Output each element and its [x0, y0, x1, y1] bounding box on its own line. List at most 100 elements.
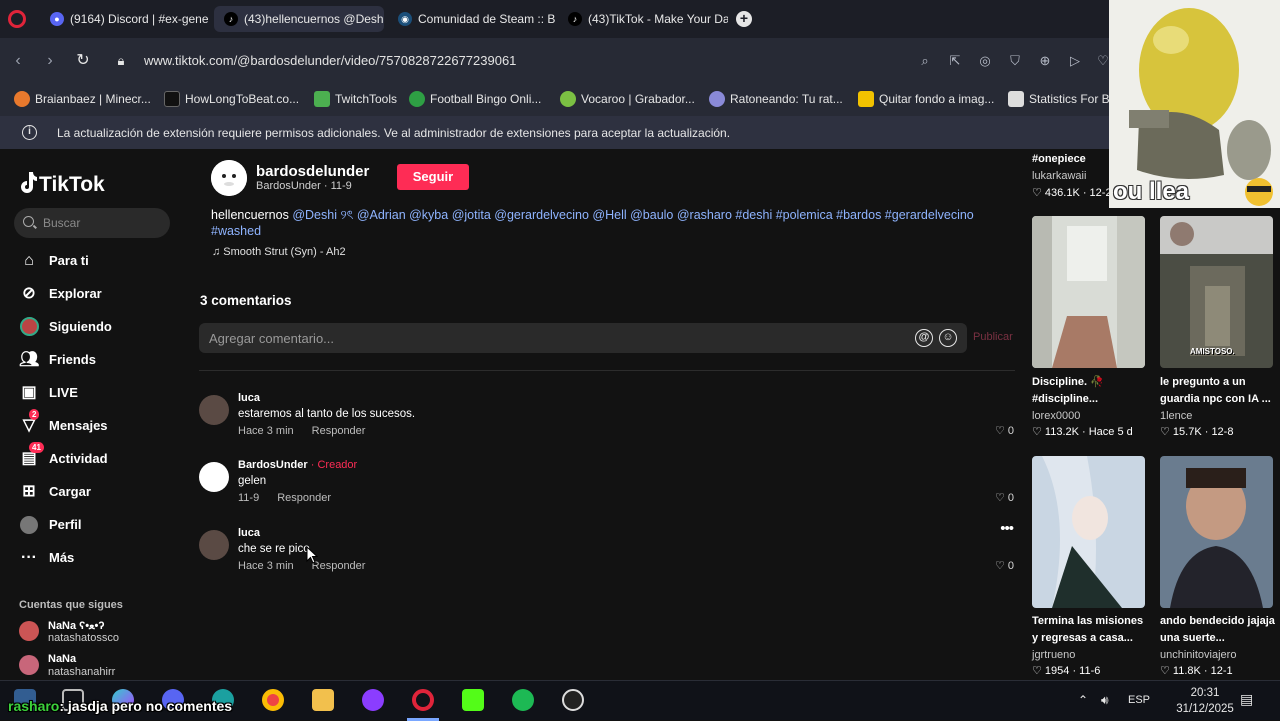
- bookmark-football-bingo[interactable]: Football Bingo Onli...: [409, 91, 541, 107]
- related-video-title[interactable]: le pregunto a un guardia npc con IA ...: [1160, 374, 1275, 408]
- kick-icon[interactable]: [462, 689, 484, 711]
- tab-steam[interactable]: ◉ Comunidad de Steam :: Br: [388, 6, 556, 32]
- forward-icon[interactable]: ›: [40, 51, 60, 71]
- music-link[interactable]: ♫ Smooth Strut (Syn) - Ah2: [212, 246, 346, 258]
- comment-username[interactable]: luca: [238, 527, 260, 539]
- bookmark-quitar-fondo[interactable]: Quitar fondo a imag...: [858, 91, 994, 107]
- obs-icon[interactable]: [562, 689, 584, 711]
- camera-icon[interactable]: ◎: [976, 52, 994, 70]
- tab-label: (43)TikTok - Make Your Da: [588, 12, 728, 26]
- author-name[interactable]: bardosdelunder: [256, 163, 369, 180]
- speaker-icon[interactable]: 🔊︎: [1101, 693, 1109, 708]
- related-video-user[interactable]: lukarkawaii: [1032, 170, 1086, 182]
- shield-icon[interactable]: ⛉: [1006, 52, 1024, 70]
- like-button[interactable]: ♡ 0: [995, 491, 1014, 504]
- bookmark-braianbaez[interactable]: Braianbaez | Minecr...: [14, 91, 151, 107]
- nav-actividad[interactable]: ▤ 41 Actividad: [19, 442, 108, 472]
- like-button[interactable]: ♡ 0: [995, 559, 1014, 572]
- reply-button[interactable]: Responder: [312, 560, 366, 572]
- reload-icon[interactable]: ↻: [73, 51, 93, 71]
- system-clock[interactable]: 20:31 31/12/2025: [1170, 685, 1240, 717]
- nav-mas[interactable]: ··· Más: [19, 545, 74, 571]
- author-avatar[interactable]: [211, 160, 247, 196]
- nav-perfil[interactable]: Perfil: [19, 512, 82, 538]
- description-tags[interactable]: @Deshi ୨ৎ @Adrian @kyba @jotita @gerarde…: [211, 208, 974, 238]
- bookmark-favicon-icon: [560, 91, 576, 107]
- related-video-thumbnail[interactable]: [1032, 216, 1145, 368]
- more-options-icon[interactable]: •••: [1000, 520, 1014, 537]
- notifications-icon[interactable]: ▤: [1240, 691, 1253, 708]
- following-account[interactable]: NaNa ʕ•ﻌ•ʔ natashatossco: [19, 619, 179, 649]
- search-icon: [23, 216, 34, 227]
- file-explorer-icon[interactable]: [312, 689, 334, 711]
- related-video-title[interactable]: Termina las misiones y regresas a casa..…: [1032, 613, 1147, 647]
- publish-button[interactable]: Publicar: [973, 331, 1013, 343]
- follow-button[interactable]: Seguir: [397, 164, 469, 190]
- search-box[interactable]: [14, 208, 170, 238]
- following-account[interactable]: NaNa natashanahirr: [19, 653, 179, 680]
- nav-mensajes[interactable]: ▽ 2 Mensajes: [19, 409, 108, 439]
- avatar[interactable]: [199, 530, 229, 560]
- lock-icon: 🔒︎: [117, 53, 125, 68]
- spotify-icon[interactable]: [512, 689, 534, 711]
- author-subtitle: BardosUnder · 11-9: [256, 180, 352, 192]
- bookmark-howlongtobeat[interactable]: HowLongToBeat.co...: [164, 91, 299, 107]
- comment-username[interactable]: BardosUnder · Creador: [238, 459, 357, 471]
- tab-tiktok-video[interactable]: ♪ (43)hellencuernos @Desh: [214, 6, 384, 32]
- divider: [199, 370, 1015, 371]
- tab-tiktok-home[interactable]: ♪ (43)TikTok - Make Your Da: [558, 6, 728, 32]
- bookmark-vocaroo[interactable]: Vocaroo | Grabador...: [560, 91, 695, 107]
- related-video-thumbnail[interactable]: AMISTOSO.: [1160, 216, 1273, 368]
- nav-cargar[interactable]: ⊞ Cargar: [19, 479, 91, 505]
- opera-icon[interactable]: [412, 689, 434, 711]
- nav-siguiendo[interactable]: Siguiendo: [19, 314, 112, 340]
- new-tab-button[interactable]: +: [736, 11, 752, 27]
- vpn-icon[interactable]: ⊕: [1036, 52, 1054, 70]
- related-video-user[interactable]: unchinitoviajero: [1160, 649, 1236, 661]
- canva-icon[interactable]: [362, 689, 384, 711]
- tab-discord[interactable]: ● (9164) Discord | #ex-gene: [40, 6, 210, 32]
- chevron-up-icon[interactable]: ⌃: [1078, 693, 1088, 707]
- nav-live[interactable]: ▣ LIVE: [19, 380, 77, 406]
- tab-label: Comunidad de Steam :: Br: [418, 12, 556, 26]
- bookmark-twitchtools[interactable]: TwitchTools: [314, 91, 397, 107]
- minion-sticker-image: [1109, 0, 1280, 208]
- nav-explorar[interactable]: ⊘ Explorar: [19, 281, 101, 307]
- tiktok-logo[interactable]: TikTok: [18, 169, 105, 197]
- avatar[interactable]: [199, 462, 229, 492]
- mention-icon[interactable]: @: [915, 329, 933, 347]
- emoji-icon[interactable]: ☺: [939, 329, 957, 347]
- search-input[interactable]: [43, 208, 163, 238]
- selfie-thumbnail-image: [1160, 456, 1273, 608]
- comment-time: 11-9: [238, 492, 260, 504]
- language-indicator[interactable]: ESP: [1128, 694, 1150, 706]
- related-video-title[interactable]: ando bendecido jajaja una suerte...: [1160, 613, 1275, 647]
- comment-input[interactable]: [209, 323, 899, 353]
- related-video-user[interactable]: lorex0000: [1032, 410, 1080, 422]
- webcam-caption: ou llea: [1113, 178, 1190, 205]
- comment-input-box[interactable]: @ ☺: [199, 323, 967, 353]
- bookmark-ratoneando[interactable]: Ratoneando: Tu rat...: [709, 91, 843, 107]
- reply-button[interactable]: Responder: [277, 492, 331, 504]
- related-video-title[interactable]: Discipline. 🥀 #discipline...: [1032, 374, 1147, 408]
- avatar[interactable]: [199, 395, 229, 425]
- related-video-thumbnail[interactable]: [1160, 456, 1273, 608]
- bookmark-statistics[interactable]: Statistics For Be: [1008, 91, 1116, 107]
- search-page-icon[interactable]: ⌕: [916, 52, 934, 70]
- related-video-stats: ♡ 15.7K · 12-8: [1160, 426, 1234, 438]
- url-field[interactable]: www.tiktok.com/@bardosdelunder/video/757…: [144, 53, 516, 68]
- reply-button[interactable]: Responder: [312, 425, 366, 437]
- related-video-user[interactable]: 1lence: [1160, 410, 1192, 422]
- related-video-user[interactable]: jgrtrueno: [1032, 649, 1075, 661]
- back-icon[interactable]: ‹: [8, 51, 28, 71]
- send-icon[interactable]: ▷: [1066, 52, 1084, 70]
- chrome-icon[interactable]: [262, 689, 284, 711]
- tiktok-page: TikTok ⌂ Para ti ⊘ Explorar Siguiendo 👥︎…: [0, 149, 1280, 680]
- like-button[interactable]: ♡ 0: [995, 424, 1014, 437]
- nav-friends[interactable]: 👥︎ Friends: [19, 347, 96, 373]
- share-icon[interactable]: ⇱: [946, 52, 964, 70]
- comment-username[interactable]: luca: [238, 392, 260, 404]
- related-video-thumbnail[interactable]: [1032, 456, 1145, 608]
- nav-para-ti[interactable]: ⌂ Para ti: [19, 248, 89, 274]
- opera-logo-icon[interactable]: [8, 10, 26, 28]
